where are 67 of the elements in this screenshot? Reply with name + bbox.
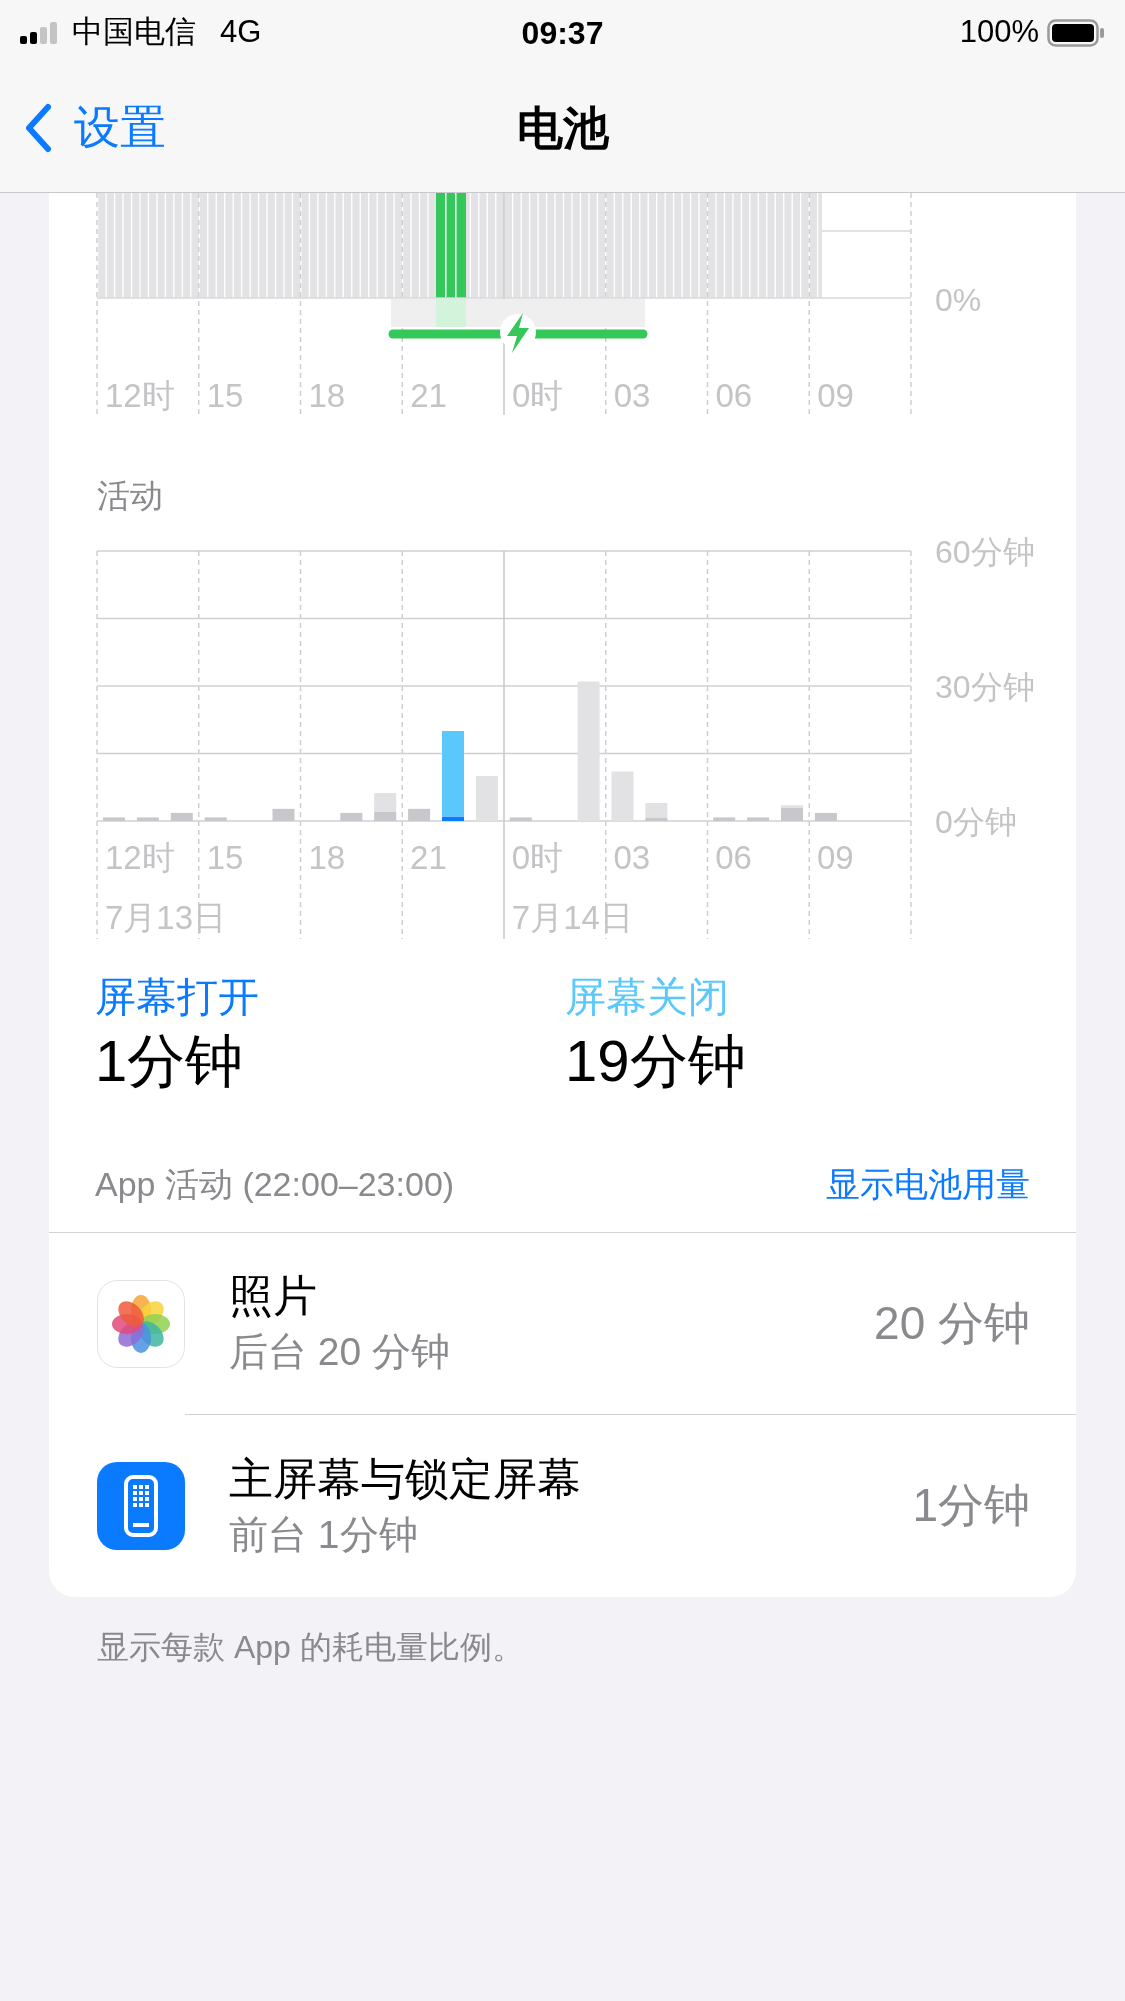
stat-value: 19分钟 xyxy=(565,1026,747,1095)
chart-bar[interactable] xyxy=(781,804,803,807)
axis-label: 06 xyxy=(715,377,753,414)
date-label: 7月14日 xyxy=(511,898,633,936)
chart-bar[interactable] xyxy=(577,681,600,821)
section-header: App 活动 (22:00–23:00) xyxy=(95,1163,455,1205)
signal-icon xyxy=(20,21,58,44)
chart-bar[interactable] xyxy=(611,771,634,821)
app-usage-time: 1分钟 xyxy=(912,1478,1030,1533)
axis-label: 21 xyxy=(410,838,447,876)
chart-bar[interactable] xyxy=(136,816,159,821)
carrier-name: 中国电信 xyxy=(72,13,196,52)
chart-bar[interactable] xyxy=(374,792,397,812)
battery-icon xyxy=(1047,18,1105,47)
axis-label: 03 xyxy=(613,838,651,876)
axis-label: 15 xyxy=(206,377,244,414)
chart-bar[interactable] xyxy=(509,816,532,821)
show-battery-usage-link[interactable]: 显示电池用量 xyxy=(826,1158,1030,1210)
app-usage-detail: 后台 20 分钟 xyxy=(229,1329,452,1375)
phone-screen-icon xyxy=(97,1461,185,1550)
stat-label: 屏幕打开 xyxy=(95,972,260,1022)
axis-label: 18 xyxy=(308,838,346,876)
section-title: 活动 xyxy=(97,477,163,514)
chart-bar[interactable] xyxy=(374,811,397,821)
chart-bar[interactable] xyxy=(204,816,227,821)
axis-label: 0% xyxy=(935,282,982,318)
axis-label: 0分钟 xyxy=(935,803,1017,840)
back-button[interactable]: 设置 xyxy=(24,93,166,162)
battery-percentage: 100% xyxy=(959,13,1039,52)
axis-label: 60分钟 xyxy=(935,533,1035,570)
network-type: 4G xyxy=(220,13,262,52)
app-name: 照片 xyxy=(229,1270,318,1322)
clock-time: 09:37 xyxy=(521,13,604,53)
app-usage-time: 20 分钟 xyxy=(874,1295,1030,1351)
chart-bar[interactable] xyxy=(408,808,431,821)
photos-flower-icon xyxy=(97,1279,185,1368)
back-chevron-icon xyxy=(24,102,52,153)
app-name: 主屏幕与锁定屏幕 xyxy=(229,1452,582,1505)
stat-label: 屏幕关闭 xyxy=(565,972,730,1022)
axis-label: 0时 xyxy=(512,377,564,414)
axis-label: 0时 xyxy=(511,838,564,876)
axis-label: 06 xyxy=(715,838,752,876)
chart-bar[interactable] xyxy=(272,808,295,821)
axis-label: 30分钟 xyxy=(935,668,1035,705)
axis-label: 12时 xyxy=(105,377,175,414)
axis-label: 21 xyxy=(410,377,447,414)
axis-label: 12时 xyxy=(105,838,175,876)
axis-label: 09 xyxy=(817,377,854,414)
chart-bar[interactable] xyxy=(645,816,668,821)
date-label: 7月13日 xyxy=(105,898,227,936)
axis-label: 09 xyxy=(816,838,854,876)
chart-bar[interactable] xyxy=(475,775,498,821)
axis-label: 18 xyxy=(308,377,346,414)
chart-bar[interactable] xyxy=(747,816,770,821)
page-title: 电池 xyxy=(516,101,609,156)
chart-bar[interactable] xyxy=(713,816,736,821)
axis-label: 15 xyxy=(206,838,244,876)
footer-note: 显示每款 App 的耗电量比例。 xyxy=(97,1628,524,1665)
chart-bar[interactable] xyxy=(645,802,668,817)
chart-bar[interactable] xyxy=(103,816,125,821)
stat-value: 1分钟 xyxy=(95,1026,245,1095)
chart-bar[interactable] xyxy=(814,812,837,821)
app-usage-detail: 前台 1分钟 xyxy=(229,1511,419,1558)
chart-bar[interactable] xyxy=(442,730,464,816)
chart-bar[interactable] xyxy=(170,812,193,821)
axis-label: 03 xyxy=(613,377,651,414)
chart-bar[interactable] xyxy=(340,812,363,821)
